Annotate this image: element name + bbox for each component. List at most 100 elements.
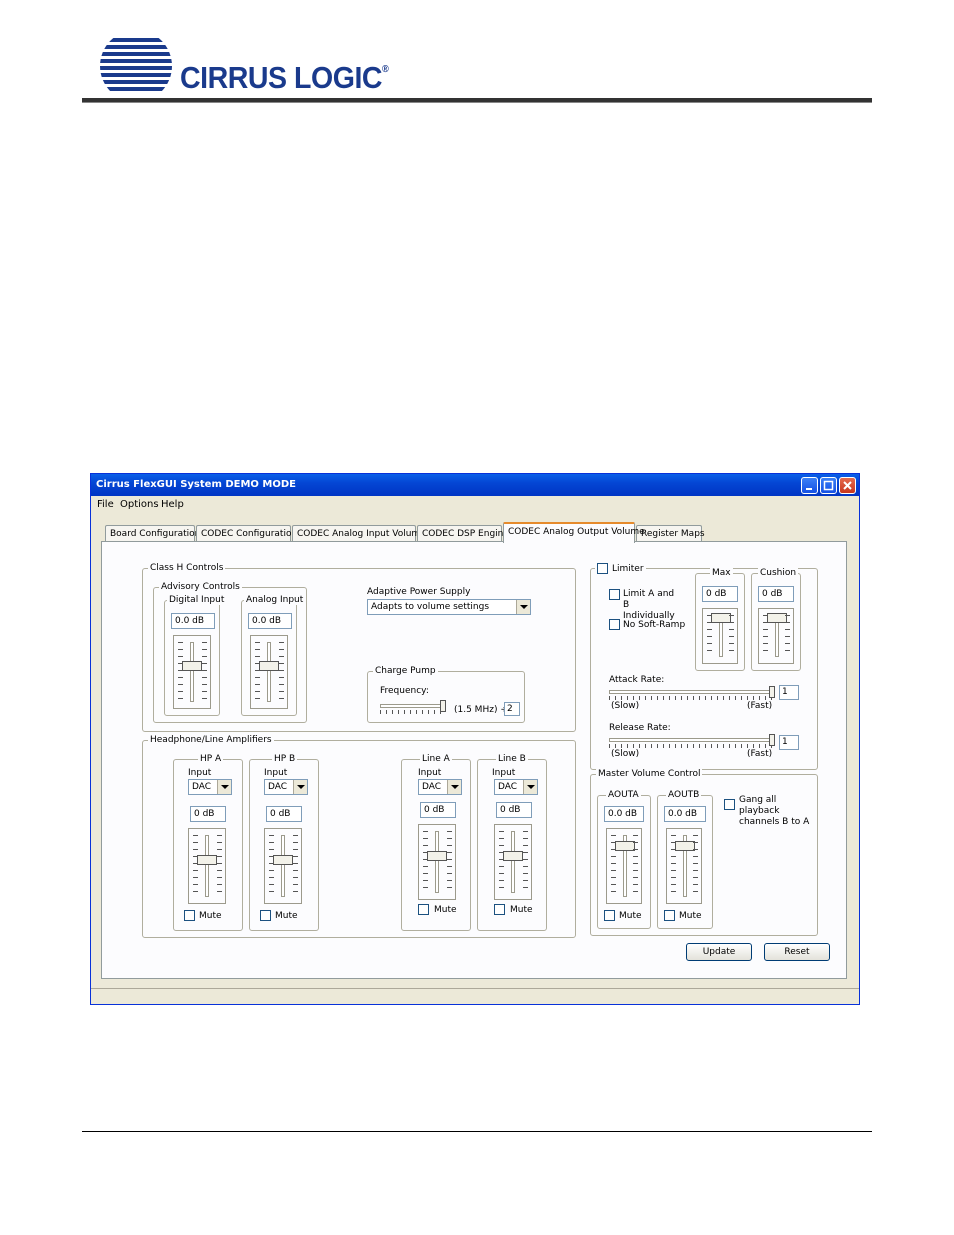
no-soft-ramp-label: No Soft-Ramp (623, 620, 686, 630)
tab-codec-dsp-engine[interactable]: CODEC DSP Engine (417, 525, 509, 542)
aoutb-mute-label: Mute (679, 911, 702, 921)
limiter-cushion-group: Cushion 0 dB (751, 568, 801, 671)
limit-a-and-b-label: Limit A and B Individually (623, 589, 675, 621)
line-b-mute-checkbox[interactable] (494, 904, 505, 915)
line-a-input-label: Input (418, 768, 442, 778)
aouta-mute-checkbox[interactable] (604, 910, 615, 921)
adaptive-power-supply-label: Adaptive Power Supply (367, 587, 471, 597)
line-b-volume-slider[interactable] (494, 824, 532, 900)
update-button[interactable]: Update (686, 943, 752, 961)
line-a-volume-field[interactable]: 0 dB (420, 802, 456, 818)
hp-b-volume-field[interactable]: 0 dB (266, 806, 302, 822)
attack-rate-slider[interactable] (609, 686, 775, 700)
aouta-volume-field[interactable]: 0.0 dB (604, 806, 644, 822)
tab-register-maps[interactable]: Register Maps (636, 525, 705, 542)
analog-input-label: Analog Input (244, 595, 306, 605)
tab-codec-analog-input-volume[interactable]: CODEC Analog Input Volume (292, 525, 426, 542)
slider-thumb[interactable] (440, 700, 446, 712)
aoutb-mute-checkbox[interactable] (664, 910, 675, 921)
charge-pump-group: Charge Pump Frequency: (1.5 MHz) ÷ 2 (367, 666, 525, 723)
slider-thumb[interactable] (259, 660, 279, 671)
charge-pump-divider-field[interactable]: 2 (504, 702, 520, 716)
hp-a-volume-slider[interactable] (188, 828, 226, 904)
header-rule (82, 98, 872, 103)
menu-options[interactable]: Options (120, 499, 159, 510)
hp-b-group: HP B Input DAC 0 dB Mute (249, 754, 319, 931)
advisory-controls-label: Advisory Controls (159, 582, 242, 592)
analog-input-field[interactable]: 0.0 dB (248, 613, 292, 629)
hp-a-input-select[interactable]: DAC (188, 779, 232, 795)
line-a-mute-checkbox[interactable] (418, 904, 429, 915)
line-b-mute-label: Mute (510, 905, 533, 915)
hp-b-input-label: Input (264, 768, 288, 778)
line-b-input-label: Input (492, 768, 516, 778)
attack-rate-field[interactable]: 1 (779, 685, 799, 700)
slider-thumb[interactable] (767, 613, 787, 623)
release-rate-slider[interactable] (609, 734, 775, 748)
line-a-volume-slider[interactable] (418, 824, 456, 900)
release-slow-label: (Slow) (611, 749, 640, 759)
maximize-button[interactable] (820, 477, 837, 494)
no-soft-ramp-checkbox[interactable] (609, 619, 620, 630)
slider-thumb[interactable] (503, 850, 523, 861)
slider-thumb[interactable] (273, 854, 293, 865)
hp-a-label: HP A (198, 754, 224, 764)
hp-a-mute-checkbox[interactable] (184, 910, 195, 921)
slider-thumb[interactable] (711, 613, 731, 623)
hp-b-label: HP B (272, 754, 298, 764)
line-a-input-select[interactable]: DAC (418, 779, 462, 795)
limiter-max-slider[interactable] (702, 608, 738, 664)
menu-help[interactable]: Help (161, 499, 184, 510)
aouta-mute-label: Mute (619, 911, 642, 921)
line-a-label: Line A (420, 754, 452, 764)
hp-a-mute-label: Mute (199, 911, 222, 921)
digital-input-label: Digital Input (167, 595, 227, 605)
flexgui-window: Cirrus FlexGUI System DEMO MODE File Opt… (90, 473, 860, 1005)
limiter-max-field[interactable]: 0 dB (702, 586, 738, 602)
master-volume-control-group: Master Volume Control AOUTA 0.0 dB Mute … (590, 769, 818, 936)
digital-input-slider[interactable] (173, 635, 211, 709)
slider-thumb[interactable] (197, 854, 217, 865)
limiter-group: Limiter Limit A and B Individually No So… (590, 563, 818, 770)
aouta-volume-slider[interactable] (606, 828, 642, 904)
limiter-checkbox[interactable] (597, 563, 608, 574)
analog-input-slider[interactable] (250, 635, 288, 709)
charge-pump-frequency-slider[interactable] (380, 700, 446, 714)
tab-codec-analog-output-volume[interactable]: CODEC Analog Output Volume (503, 522, 645, 543)
limit-a-and-b-checkbox[interactable] (609, 589, 620, 600)
aouta-group: AOUTA 0.0 dB Mute (597, 790, 651, 929)
aoutb-volume-field[interactable]: 0.0 dB (664, 806, 706, 822)
slider-thumb[interactable] (427, 850, 447, 861)
line-b-input-select[interactable]: DAC (494, 779, 538, 795)
slider-thumb[interactable] (182, 660, 202, 671)
slider-thumb[interactable] (769, 686, 775, 698)
close-button[interactable] (839, 477, 856, 494)
line-b-label: Line B (496, 754, 528, 764)
line-b-volume-field[interactable]: 0 dB (496, 802, 532, 818)
slider-thumb[interactable] (615, 841, 635, 852)
limiter-cushion-field[interactable]: 0 dB (758, 586, 794, 602)
minimize-button[interactable] (801, 477, 818, 494)
gang-channels-checkbox[interactable] (724, 799, 735, 810)
adaptive-power-supply-select[interactable]: Adapts to volume settings (367, 599, 531, 615)
digital-input-field[interactable]: 0.0 dB (171, 613, 215, 629)
gang-channels-label: Gang all playback channels B to A (739, 795, 810, 827)
hp-b-volume-slider[interactable] (264, 828, 302, 904)
release-rate-field[interactable]: 1 (779, 735, 799, 750)
title-bar[interactable]: Cirrus FlexGUI System DEMO MODE (91, 474, 859, 496)
slider-thumb[interactable] (675, 841, 695, 852)
advisory-controls-group: Advisory Controls Digital Input 0.0 dB A… (153, 582, 307, 723)
hp-b-mute-checkbox[interactable] (260, 910, 271, 921)
minimize-icon (806, 488, 812, 490)
reset-button[interactable]: Reset (764, 943, 830, 961)
aoutb-volume-slider[interactable] (666, 828, 702, 904)
tab-codec-configuration[interactable]: CODEC Configuration (196, 525, 297, 542)
slider-thumb[interactable] (769, 734, 775, 746)
menu-file[interactable]: File (97, 499, 114, 510)
hp-b-input-select[interactable]: DAC (264, 779, 308, 795)
limiter-max-label: Max (710, 568, 733, 578)
limiter-cushion-slider[interactable] (758, 608, 794, 664)
tab-board-configuration[interactable]: Board Configuration (105, 525, 200, 542)
hp-a-volume-field[interactable]: 0 dB (190, 806, 226, 822)
frequency-label: Frequency: (380, 686, 429, 696)
